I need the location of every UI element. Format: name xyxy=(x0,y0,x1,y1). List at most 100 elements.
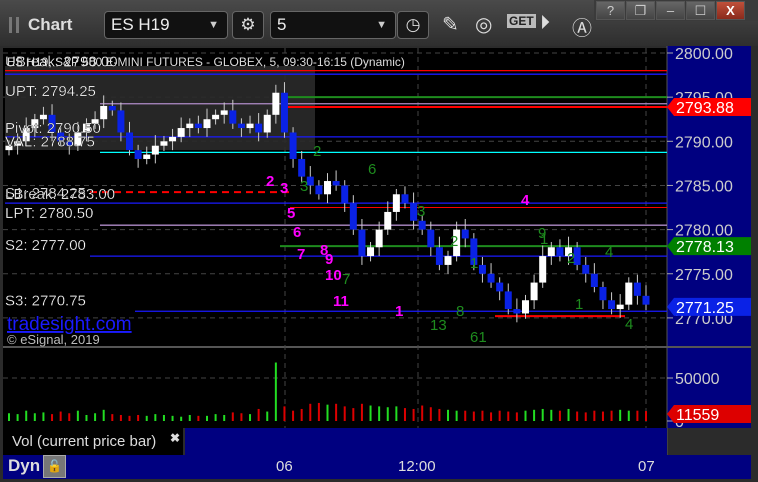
count-label-magenta: 4 xyxy=(521,192,530,209)
count-label-magenta: 2 xyxy=(266,173,274,190)
chevron-down-icon: ▼ xyxy=(208,19,219,31)
candle xyxy=(263,114,271,133)
candle xyxy=(349,203,357,230)
candle xyxy=(134,150,142,159)
candle xyxy=(324,181,331,195)
dynamic-mode[interactable]: Dyn xyxy=(8,456,40,476)
candle xyxy=(358,229,366,257)
y-tick-label: 2775.00 xyxy=(675,267,733,284)
candle xyxy=(177,128,185,137)
y-tick-label: 2780.00 xyxy=(675,223,733,240)
drag-grip-icon[interactable] xyxy=(9,17,19,33)
count-label-green: 3 xyxy=(417,203,425,220)
chart-canvas[interactable]: 2 3567 89101141263321142178136149 UBreak: … xyxy=(0,46,758,482)
count-label-magenta: 6 xyxy=(293,224,301,241)
chevron-down-icon: ▼ xyxy=(376,19,387,31)
window-title: Chart xyxy=(28,15,73,34)
count-label-green: 2 xyxy=(450,233,458,250)
candle xyxy=(39,114,47,120)
count-label-green: 2 xyxy=(567,250,575,267)
count-label-green: 3 xyxy=(300,178,308,195)
price-marker: 2793.88 xyxy=(676,100,734,117)
candle xyxy=(504,291,512,310)
count-label-green: 2 xyxy=(313,143,321,160)
play-icon[interactable]: ⏵ xyxy=(540,12,550,35)
candle xyxy=(461,229,469,239)
candle xyxy=(203,119,211,129)
count-label-green: 61 xyxy=(470,329,487,346)
window-controls: ? ❐ – ☐ X xyxy=(594,0,758,21)
candle xyxy=(151,145,159,155)
x-tick-label: 07 xyxy=(638,458,655,475)
chart-header: ES H19, S&P 500 E-MINI FUTURES - GLOBEX,… xyxy=(7,55,405,69)
candle xyxy=(100,105,108,120)
restore-button[interactable]: ❐ xyxy=(626,1,655,20)
clock-icon[interactable]: ◷ xyxy=(397,11,429,39)
candle xyxy=(194,123,202,129)
close-button[interactable]: X xyxy=(716,1,745,20)
count-label-green: 8 xyxy=(456,303,464,320)
candle xyxy=(435,247,443,265)
a-icon[interactable]: Ⓐ xyxy=(572,12,592,41)
volume-marker: 11559 xyxy=(676,407,719,424)
symbol-select[interactable]: ES H19 ▼ xyxy=(104,11,228,39)
candle xyxy=(392,194,400,212)
candle xyxy=(582,264,590,274)
copyright: © eSignal, 2019 xyxy=(7,332,100,347)
candle xyxy=(367,247,375,257)
candle xyxy=(237,123,245,129)
candle xyxy=(539,256,547,283)
get-icon[interactable]: GET xyxy=(507,14,536,28)
candle xyxy=(126,132,134,151)
candle xyxy=(418,220,426,230)
candle xyxy=(642,295,650,305)
count-label-magenta: 5 xyxy=(287,205,295,222)
candle xyxy=(169,136,177,142)
count-label-green: 4 xyxy=(605,244,613,261)
interval-select[interactable]: 5 ▼ xyxy=(270,11,396,39)
candle xyxy=(556,247,564,257)
candle xyxy=(444,256,452,265)
candle xyxy=(478,264,486,274)
symbol-value: ES H19 xyxy=(111,15,170,34)
price-marker: 2778.13 xyxy=(676,239,734,256)
level-label: S2: 2777.00 xyxy=(5,237,86,254)
maximize-button[interactable]: ☐ xyxy=(686,1,715,20)
x-tick-label: 06 xyxy=(276,458,293,475)
count-label-green: 4 xyxy=(625,316,633,333)
candle xyxy=(608,300,616,310)
pencil-icon[interactable]: ✎ xyxy=(442,12,459,37)
count-label-magenta: 3 xyxy=(280,180,288,197)
lock-clock-icon[interactable]: 🔓 xyxy=(43,455,66,478)
candle xyxy=(513,309,521,314)
candle xyxy=(255,123,263,133)
candle xyxy=(220,110,228,115)
x-tick-label: 12:00 xyxy=(398,458,436,475)
candle xyxy=(212,114,220,120)
count-label-magenta: 9 xyxy=(325,251,333,268)
price-marker: 2771.25 xyxy=(676,300,734,317)
candle xyxy=(186,123,194,129)
candle xyxy=(315,185,323,195)
count-label-green: 7 xyxy=(342,271,350,288)
candle xyxy=(229,110,237,124)
candle xyxy=(384,211,392,230)
interval-value: 5 xyxy=(277,15,287,34)
count-label-magenta: 7 xyxy=(297,246,305,263)
legend-fill xyxy=(185,428,667,455)
count-label-magenta: 11 xyxy=(333,293,349,310)
y-tick-label: 50000 xyxy=(675,371,720,388)
minimize-button[interactable]: – xyxy=(656,1,685,20)
study-icon[interactable]: ◎ xyxy=(475,12,492,37)
gear-icon[interactable]: ⚙ xyxy=(232,11,264,39)
candle xyxy=(143,154,151,159)
count-label-green: 6 xyxy=(368,161,376,178)
candle xyxy=(530,282,538,301)
close-study-icon[interactable]: ✖ xyxy=(170,431,180,445)
candle xyxy=(332,181,340,186)
candle xyxy=(160,141,168,146)
level-label: UPT: 2794.25 xyxy=(5,83,96,100)
candle xyxy=(117,110,125,133)
help-button[interactable]: ? xyxy=(596,1,625,20)
y-tick-label: 2790.00 xyxy=(675,134,733,151)
